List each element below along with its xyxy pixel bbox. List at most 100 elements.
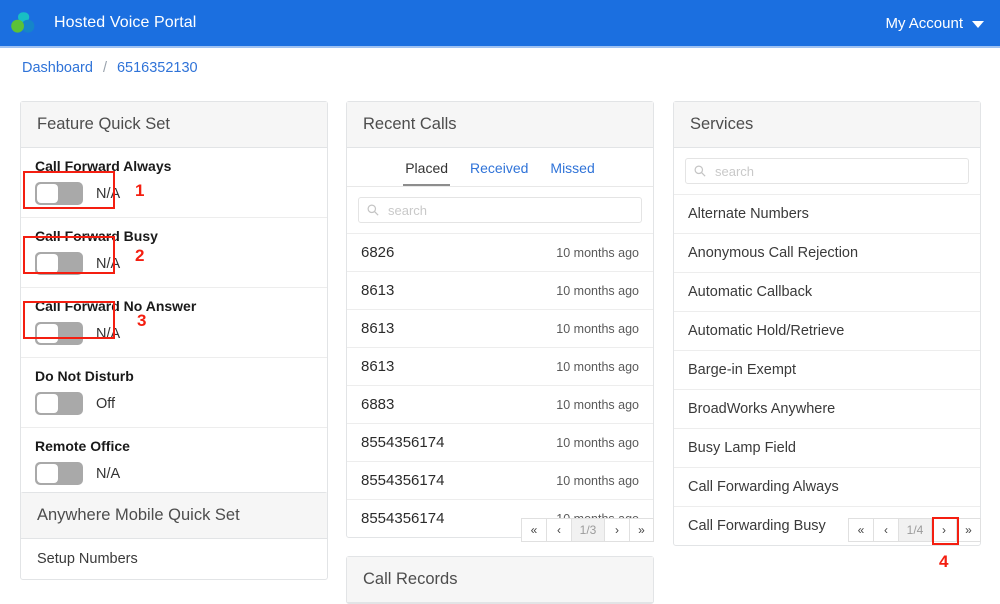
toggle-knob [37,464,58,483]
recent-calls-panel: Recent Calls Placed Received Missed 6826… [346,101,654,538]
list-item[interactable]: Alternate Numbers [674,195,980,234]
list-item[interactable]: Automatic Hold/Retrieve [674,312,980,351]
topbar-accent-line [0,46,1000,48]
feature-label: Call Forward Always [35,158,172,174]
table-row[interactable]: 8554356174 10 months ago [347,462,653,500]
toggle-knob [37,394,58,413]
call-number: 6883 [361,396,395,413]
pagination-first-button[interactable]: « [521,518,546,542]
recent-calls-search-wrapper [347,187,653,234]
recent-calls-pagination: « ‹ 1/3 › » [346,518,654,542]
feature-state: N/A [96,465,121,482]
pagination-prev-button[interactable]: ‹ [873,518,898,542]
feature-label: Do Not Disturb [35,368,134,384]
annotation-number-4: 4 [939,552,949,571]
app-logo[interactable] [0,0,46,46]
pagination-last-button[interactable]: » [956,518,981,542]
pagination-first-button[interactable]: « [848,518,873,542]
recent-calls-tabs: Placed Received Missed [347,148,653,187]
toggle-remote-office[interactable] [35,462,83,485]
feature-state: N/A [96,185,121,202]
search-icon [694,165,706,177]
anywhere-mobile-quick-set-panel: Anywhere Mobile Quick Set Setup Numbers [20,492,328,580]
setup-numbers-row[interactable]: Setup Numbers [21,539,327,579]
breadcrumb-item-number[interactable]: 6516352130 [117,60,198,76]
list-item[interactable]: Call Forwarding Always [674,468,980,507]
search-icon [367,204,379,216]
feature-state: N/A [96,255,121,272]
feature-row-do-not-disturb: Do Not Disturb Off [21,358,327,428]
feature-state: N/A [96,325,121,342]
list-item[interactable]: Barge-in Exempt [674,351,980,390]
breadcrumb: Dashboard / 6516352130 [22,60,198,76]
table-row[interactable]: 6826 10 months ago [347,234,653,272]
pagination-next-button[interactable]: › [604,518,629,542]
feature-label: Call Forward Busy [35,228,158,244]
feature-row-call-forward-no-answer: Call Forward No Answer N/A [21,288,327,358]
toggle-call-forward-no-answer[interactable] [35,322,83,345]
feature-label: Call Forward No Answer [35,298,197,314]
feature-quick-set-panel: Feature Quick Set Call Forward Always N/… [20,101,328,498]
call-time: 10 months ago [556,359,639,374]
pagination-last-button[interactable]: » [629,518,654,542]
feature-row-remote-office: Remote Office N/A [21,428,327,497]
services-searchbox[interactable] [685,158,969,184]
call-number: 8613 [361,358,395,375]
call-number: 8554356174 [361,472,445,489]
pagination-page-label: 1/4 [898,518,931,542]
recent-calls-search-input[interactable] [386,201,633,219]
pagination-prev-button[interactable]: ‹ [546,518,571,542]
top-navigation-bar: Hosted Voice Portal My Account [0,0,1000,46]
list-item[interactable]: Anonymous Call Rejection [674,234,980,273]
services-title: Services [674,102,980,148]
app-title: Hosted Voice Portal [54,14,197,31]
call-number: 6826 [361,244,395,261]
feature-row-call-forward-always: Call Forward Always N/A [21,148,327,218]
services-search-wrapper [674,148,980,195]
services-search-input[interactable] [713,162,960,180]
call-number: 8554356174 [361,434,445,451]
call-records-title: Call Records [347,557,653,603]
pagination-page-label: 1/3 [571,518,604,542]
call-time: 10 months ago [556,321,639,336]
call-number: 8613 [361,282,395,299]
chevron-down-icon [972,20,984,28]
toggle-knob [37,324,58,343]
recent-calls-title: Recent Calls [347,102,653,148]
breadcrumb-item-dashboard[interactable]: Dashboard [22,60,93,76]
my-account-label: My Account [885,14,963,32]
call-number: 8613 [361,320,395,337]
list-item[interactable]: Automatic Callback [674,273,980,312]
toggle-call-forward-busy[interactable] [35,252,83,275]
anywhere-mobile-quick-set-title: Anywhere Mobile Quick Set [21,493,327,539]
table-row[interactable]: 8554356174 10 months ago [347,424,653,462]
feature-quick-set-title: Feature Quick Set [21,102,327,148]
list-item[interactable]: Busy Lamp Field [674,429,980,468]
tab-received[interactable]: Received [468,158,530,186]
call-records-panel: Call Records [346,556,654,604]
call-time: 10 months ago [556,397,639,412]
toggle-call-forward-always[interactable] [35,182,83,205]
call-time: 10 months ago [556,435,639,450]
table-row[interactable]: 8613 10 months ago [347,310,653,348]
feature-label: Remote Office [35,438,130,454]
services-panel: Services Alternate Numbers Anonymous Cal… [673,101,981,546]
tab-missed[interactable]: Missed [548,158,596,186]
my-account-menu[interactable]: My Account [885,15,984,32]
toggle-knob [37,184,58,203]
feature-row-call-forward-busy: Call Forward Busy N/A [21,218,327,288]
tab-placed[interactable]: Placed [403,158,451,186]
toggle-do-not-disturb[interactable] [35,392,83,415]
pagination-next-button[interactable]: › [931,518,956,542]
table-row[interactable]: 8613 10 months ago [347,348,653,386]
logo-icon [11,12,35,33]
toggle-knob [37,254,58,273]
feature-state: Off [96,395,116,412]
table-row[interactable]: 6883 10 months ago [347,386,653,424]
recent-calls-searchbox[interactable] [358,197,642,223]
list-item[interactable]: BroadWorks Anywhere [674,390,980,429]
call-time: 10 months ago [556,473,639,488]
call-time: 10 months ago [556,245,639,260]
table-row[interactable]: 8613 10 months ago [347,272,653,310]
services-pagination: « ‹ 1/4 › » [673,518,981,542]
